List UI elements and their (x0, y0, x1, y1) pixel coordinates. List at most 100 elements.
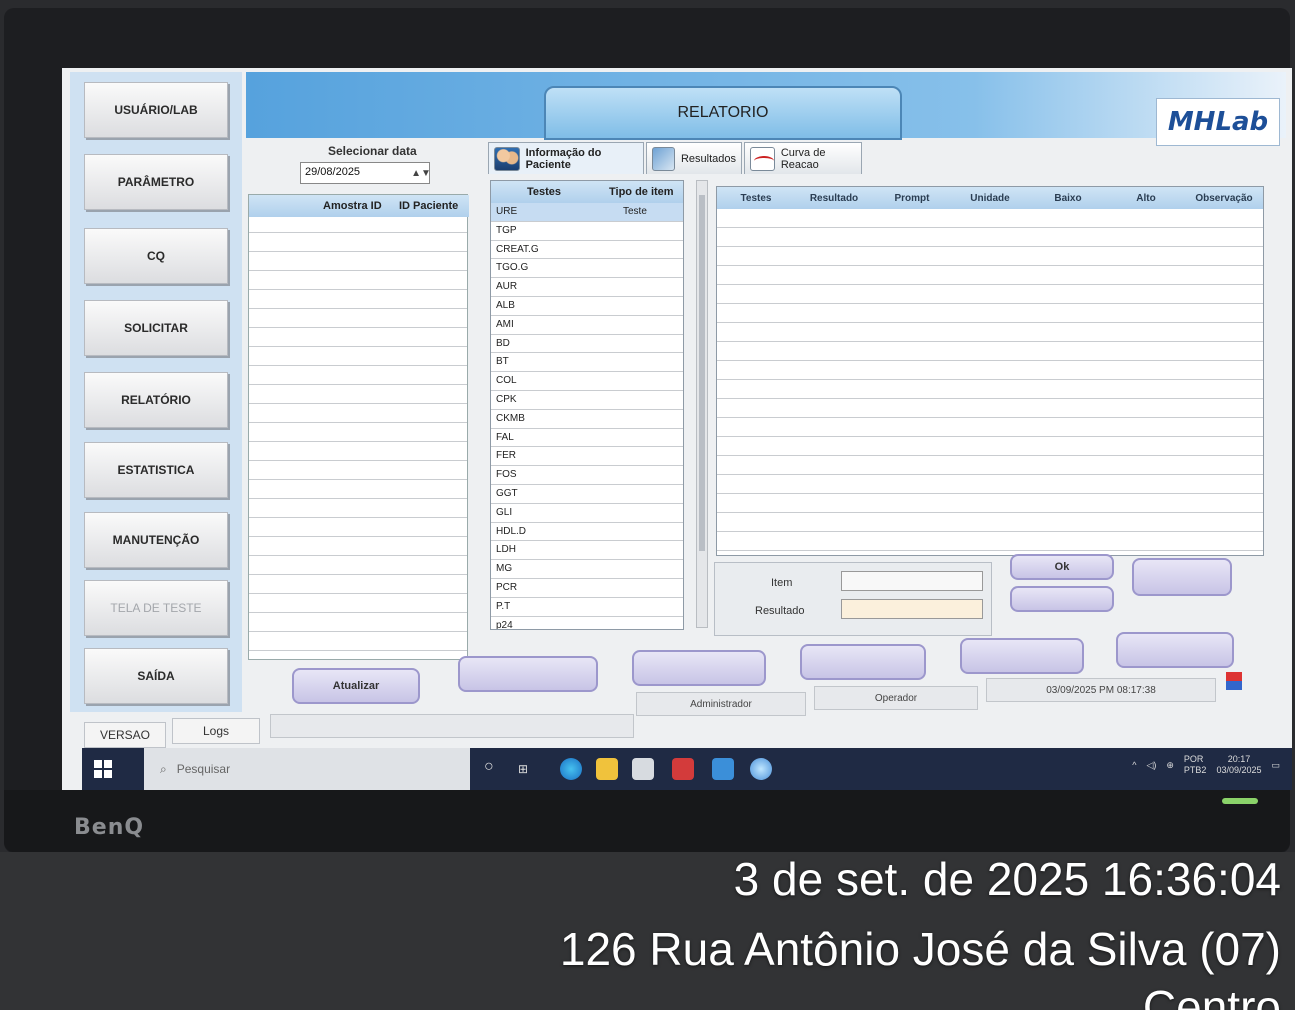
test-row[interactable]: TGO.G (491, 259, 683, 279)
action-button-2[interactable] (458, 656, 598, 692)
sidebar-item-relatorio[interactable]: RELATÓRIO (84, 372, 228, 428)
test-row[interactable]: P.T (491, 598, 683, 617)
ok-button[interactable]: Ok (1010, 554, 1114, 580)
action-button-6[interactable] (1116, 632, 1234, 668)
tests-list-header: Testes Tipo de item (491, 181, 683, 203)
item-field[interactable] (841, 571, 983, 591)
action-button-3[interactable] (632, 650, 766, 686)
date-spinner-icon[interactable]: ▲▼ (411, 164, 431, 182)
test-row[interactable]: LDH (491, 541, 683, 561)
windows-start-icon[interactable] (94, 760, 112, 778)
notifications-icon[interactable]: ▭ (1271, 760, 1280, 771)
results-body[interactable] (717, 209, 1263, 555)
column-unit[interactable]: Unidade (951, 193, 1029, 204)
taskbar-search[interactable]: ⌕ Pesquisar (144, 748, 470, 790)
photo-district: Centro (1142, 981, 1281, 1010)
result-field[interactable] (841, 599, 983, 619)
scrollbar-thumb[interactable] (699, 195, 705, 551)
screen: USUÁRIO/LAB PARÂMETRO CQ SOLICITAR RELAT… (62, 68, 1292, 790)
sidebar-item-parametro[interactable]: PARÂMETRO (84, 154, 228, 210)
test-row[interactable]: AUR (491, 278, 683, 297)
test-row[interactable]: COL (491, 372, 683, 391)
refresh-button[interactable]: Atualizar (292, 668, 420, 704)
sidebar-item-usuario-lab[interactable]: USUÁRIO/LAB (84, 82, 228, 138)
test-row[interactable]: BD (491, 335, 683, 354)
sidebar-item-estatistica[interactable]: ESTATISTICA (84, 442, 228, 498)
sidebar: USUÁRIO/LAB PARÂMETRO CQ SOLICITAR RELAT… (70, 72, 242, 712)
test-row[interactable]: GGT (491, 485, 683, 504)
test-row[interactable]: p24 (491, 617, 683, 629)
version-button[interactable]: VERSAO (84, 722, 166, 748)
tab-patient-info-label: Informação do Paciente (525, 146, 602, 171)
edit-action-button[interactable] (1010, 586, 1114, 612)
test-row[interactable]: BT (491, 353, 683, 373)
side-action-button[interactable] (1132, 558, 1232, 596)
page-title: RELATORIO (544, 86, 902, 140)
logs-button[interactable]: Logs (172, 718, 260, 744)
result-label: Resultado (755, 605, 805, 617)
speaker-icon[interactable]: ◁) (1146, 760, 1156, 771)
status-cell-empty (270, 714, 634, 738)
column-result[interactable]: Resultado (795, 193, 873, 204)
tab-results-label: Resultados (680, 152, 736, 165)
sidebar-item-cq[interactable]: CQ (84, 228, 228, 284)
test-row[interactable]: URE Teste (491, 203, 683, 222)
edit-panel: Item Resultado (714, 562, 992, 636)
column-item-type[interactable]: Tipo de item (609, 186, 674, 198)
reaction-curve-icon (750, 146, 775, 171)
test-row[interactable]: FOS (491, 466, 683, 485)
language-indicator[interactable]: POR PTB2 (1184, 754, 1207, 776)
test-row[interactable]: MG (491, 560, 683, 579)
column-high[interactable]: Alto (1107, 193, 1185, 204)
file-explorer-icon[interactable] (596, 758, 618, 780)
action-button-5[interactable] (960, 638, 1084, 674)
test-row[interactable]: HDL.D (491, 523, 683, 542)
test-row[interactable]: AMI (491, 316, 683, 335)
test-row[interactable]: PCR (491, 579, 683, 598)
column-tests[interactable]: Testes (527, 186, 561, 198)
patient-list-header: Amostra ID ID Paciente (249, 195, 469, 217)
column-observation[interactable]: Observação (1185, 193, 1263, 204)
network-icon[interactable]: ⊕ (1166, 760, 1174, 771)
test-row[interactable]: FER (491, 447, 683, 467)
tests-scrollbar[interactable] (696, 180, 708, 628)
lab-app-icon[interactable] (750, 758, 772, 780)
action-button-4[interactable] (800, 644, 926, 680)
tab-reaction-curve-label: Curva de Reacao (780, 146, 826, 171)
widgets-icon[interactable]: ⊞ (518, 762, 540, 784)
column-patient-id[interactable]: ID Paciente (399, 200, 458, 212)
column-low[interactable]: Baixo (1029, 193, 1107, 204)
task-view-icon[interactable]: ○ (484, 758, 506, 780)
test-row[interactable]: GLI (491, 504, 683, 523)
tab-reaction-curve[interactable]: Curva de Reacao (744, 142, 862, 174)
search-icon: ⌕ (160, 761, 167, 776)
test-row[interactable]: CKMB (491, 410, 683, 429)
windows-taskbar: ⌕ Pesquisar ○ ⊞ ^ ◁) ⊕ POR PTB2 20:17 03/0… (82, 748, 1292, 790)
monitor-app-icon[interactable] (712, 758, 734, 780)
taskbar-clock[interactable]: 20:17 03/09/2025 (1216, 754, 1261, 776)
sidebar-item-saida[interactable]: SAÍDA (84, 648, 228, 704)
edge-browser-icon[interactable] (560, 758, 582, 780)
sidebar-item-solicitar[interactable]: SOLICITAR (84, 300, 228, 356)
tab-patient-info[interactable]: Informação do Paciente (488, 142, 644, 174)
test-row[interactable]: ALB (491, 297, 683, 316)
test-row[interactable]: TGP (491, 222, 683, 241)
test-row[interactable]: FAL (491, 429, 683, 448)
sidebar-item-manutencao[interactable]: MANUTENÇÃO (84, 512, 228, 568)
calculator-icon[interactable] (632, 758, 654, 780)
tests-list[interactable]: Testes Tipo de item URE Teste TGP CREAT.G… (490, 180, 684, 630)
status-user: Administrador (636, 692, 806, 716)
test-row[interactable]: CPK (491, 391, 683, 410)
tray-chevron-icon[interactable]: ^ (1132, 760, 1136, 770)
column-prompt[interactable]: Prompt (873, 193, 951, 204)
patient-list[interactable]: Amostra ID ID Paciente (248, 194, 469, 660)
mhlab-logo: MHLab (1156, 98, 1280, 146)
sidebar-item-tela-de-teste[interactable]: TELA DE TESTE (84, 580, 228, 636)
app-shortcut-icon[interactable] (672, 758, 694, 780)
tab-results[interactable]: Resultados (646, 142, 742, 174)
status-role: Operador (814, 686, 978, 710)
test-row[interactable]: CREAT.G (491, 241, 683, 260)
results-table[interactable]: Testes Resultado Prompt Unidade Baixo Al… (716, 186, 1264, 556)
column-sample-id[interactable]: Amostra ID (323, 200, 382, 212)
column-tests[interactable]: Testes (717, 193, 795, 204)
